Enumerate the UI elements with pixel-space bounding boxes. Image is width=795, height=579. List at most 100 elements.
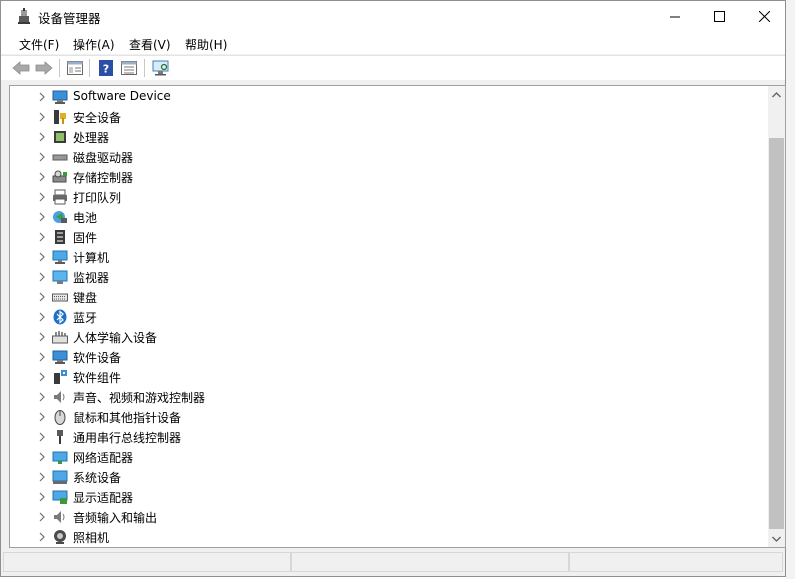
chevron-right-icon[interactable] xyxy=(36,311,48,323)
device-category-row[interactable]: Software Device xyxy=(10,87,765,107)
device-tree[interactable]: Software Device 安全设备 处理器 磁盘驱动器 存储控制器 打印队列 电池固件… xyxy=(9,85,786,548)
device-category-label: 软件设备 xyxy=(73,351,122,365)
help-icon: ? xyxy=(99,60,113,76)
device-category-label: 鼠标和其他指针设备 xyxy=(73,411,182,425)
device-category-row[interactable]: 鼠标和其他指针设备 xyxy=(10,407,765,427)
chevron-down-icon xyxy=(772,536,781,542)
close-icon xyxy=(759,11,770,22)
chevron-right-icon[interactable] xyxy=(36,371,48,383)
menu-file[interactable]: 文件(F) xyxy=(19,36,59,53)
help-button[interactable]: ? xyxy=(96,59,116,77)
chevron-right-icon[interactable] xyxy=(36,391,48,403)
print-queue-icon xyxy=(53,189,67,205)
device-category-row[interactable]: 照相机 xyxy=(10,527,765,547)
chevron-right-icon[interactable] xyxy=(36,331,48,343)
chevron-right-icon[interactable] xyxy=(36,491,48,503)
chevron-right-icon[interactable] xyxy=(36,411,48,423)
chevron-right-icon[interactable] xyxy=(36,351,48,363)
minimize-button[interactable] xyxy=(652,1,697,32)
device-category-label: 监视器 xyxy=(73,271,110,285)
menu-view[interactable]: 查看(V) xyxy=(129,36,171,53)
chevron-right-icon[interactable] xyxy=(36,471,48,483)
device-category-label: 固件 xyxy=(73,231,98,245)
device-category-row[interactable]: 处理器 xyxy=(10,127,765,147)
chevron-right-icon[interactable] xyxy=(36,191,48,203)
chevron-right-icon[interactable] xyxy=(36,511,48,523)
vertical-scrollbar[interactable] xyxy=(768,86,785,547)
device-category-row[interactable]: 软件组件 xyxy=(10,367,765,387)
details-view-button[interactable] xyxy=(119,59,139,77)
device-category-row[interactable]: 显示适配器 xyxy=(10,487,765,507)
chevron-right-icon[interactable] xyxy=(36,271,48,283)
device-category-row[interactable]: 监视器 xyxy=(10,267,765,287)
chevron-right-icon[interactable] xyxy=(36,451,48,463)
close-button[interactable] xyxy=(742,1,787,32)
device-category-row[interactable]: 声音、视频和游戏控制器 xyxy=(10,387,765,407)
chevron-right-icon[interactable] xyxy=(36,91,48,103)
computer-icon xyxy=(52,250,68,264)
forward-button[interactable] xyxy=(34,59,54,77)
chevron-right-icon[interactable] xyxy=(36,211,48,223)
device-category-row[interactable]: 键盘 xyxy=(10,287,765,307)
system-device-icon xyxy=(52,470,68,484)
scan-hardware-icon xyxy=(152,60,169,76)
chevron-right-icon[interactable] xyxy=(36,151,48,163)
device-category-row[interactable]: 打印队列 xyxy=(10,187,765,207)
menu-bar: 文件(F) 操作(A) 查看(V) 帮助(H) xyxy=(1,32,785,54)
chevron-right-icon[interactable] xyxy=(36,131,48,143)
network-adapter-icon xyxy=(52,451,68,464)
device-category-label: 通用串行总线控制器 xyxy=(73,431,182,445)
device-category-label: 音频输入和输出 xyxy=(73,511,158,525)
title-bar[interactable]: 设备管理器 xyxy=(1,1,785,32)
chevron-right-icon[interactable] xyxy=(36,291,48,303)
window-title: 设备管理器 xyxy=(38,11,101,26)
device-category-label: 网络适配器 xyxy=(73,451,134,465)
device-category-row[interactable]: 存储控制器 xyxy=(10,167,765,187)
scrollbar-thumb[interactable] xyxy=(769,138,784,529)
device-category-row[interactable]: 人体学输入设备 xyxy=(10,327,765,347)
device-category-label: 键盘 xyxy=(73,291,98,305)
chevron-right-icon[interactable] xyxy=(36,531,48,543)
device-category-label: 系统设备 xyxy=(73,471,122,485)
device-category-row[interactable]: 软件设备 xyxy=(10,347,765,367)
scroll-down-button[interactable] xyxy=(768,530,785,547)
device-category-row[interactable]: 电池 xyxy=(10,207,765,227)
device-category-row[interactable]: 蓝牙 xyxy=(10,307,765,327)
chevron-right-icon[interactable] xyxy=(36,231,48,243)
status-cell xyxy=(569,552,783,572)
menu-action[interactable]: 操作(A) xyxy=(73,36,115,53)
storage-controller-icon xyxy=(52,170,67,183)
toolbar: ? xyxy=(1,55,785,80)
chevron-right-icon[interactable] xyxy=(36,431,48,443)
scan-hardware-button[interactable] xyxy=(151,59,171,77)
device-category-label: 蓝牙 xyxy=(73,311,98,325)
scroll-up-button[interactable] xyxy=(768,86,785,103)
device-category-row[interactable]: 网络适配器 xyxy=(10,447,765,467)
device-category-row[interactable]: 计算机 xyxy=(10,247,765,267)
security-device-icon xyxy=(54,110,66,124)
forward-icon xyxy=(35,61,53,75)
monitor-icon xyxy=(52,270,68,284)
chevron-right-icon[interactable] xyxy=(36,251,48,263)
maximize-button[interactable] xyxy=(697,1,742,32)
toolbar-separator xyxy=(89,59,90,77)
device-category-label: 人体学输入设备 xyxy=(73,331,158,345)
chevron-right-icon[interactable] xyxy=(36,171,48,183)
properties-view-button[interactable] xyxy=(65,59,85,77)
device-category-row[interactable]: 安全设备 xyxy=(10,107,765,127)
toolbar-separator xyxy=(144,59,145,77)
audio-io-icon xyxy=(54,511,65,523)
device-category-row[interactable]: 固件 xyxy=(10,227,765,247)
menu-help[interactable]: 帮助(H) xyxy=(185,36,227,53)
device-category-row[interactable]: 磁盘驱动器 xyxy=(10,147,765,167)
status-cell xyxy=(3,552,291,572)
device-category-row[interactable]: 系统设备 xyxy=(10,467,765,487)
chevron-up-icon xyxy=(772,91,781,97)
device-category-row[interactable]: 音频输入和输出 xyxy=(10,507,765,527)
back-button[interactable] xyxy=(11,59,31,77)
desktop-background xyxy=(786,0,795,579)
processor-icon xyxy=(54,131,66,143)
device-category-row[interactable]: 通用串行总线控制器 xyxy=(10,427,765,447)
device-manager-window: 设备管理器 文件(F) 操作(A) 查看(V) 帮助(H) ? Software… xyxy=(0,0,786,577)
chevron-right-icon[interactable] xyxy=(36,111,48,123)
